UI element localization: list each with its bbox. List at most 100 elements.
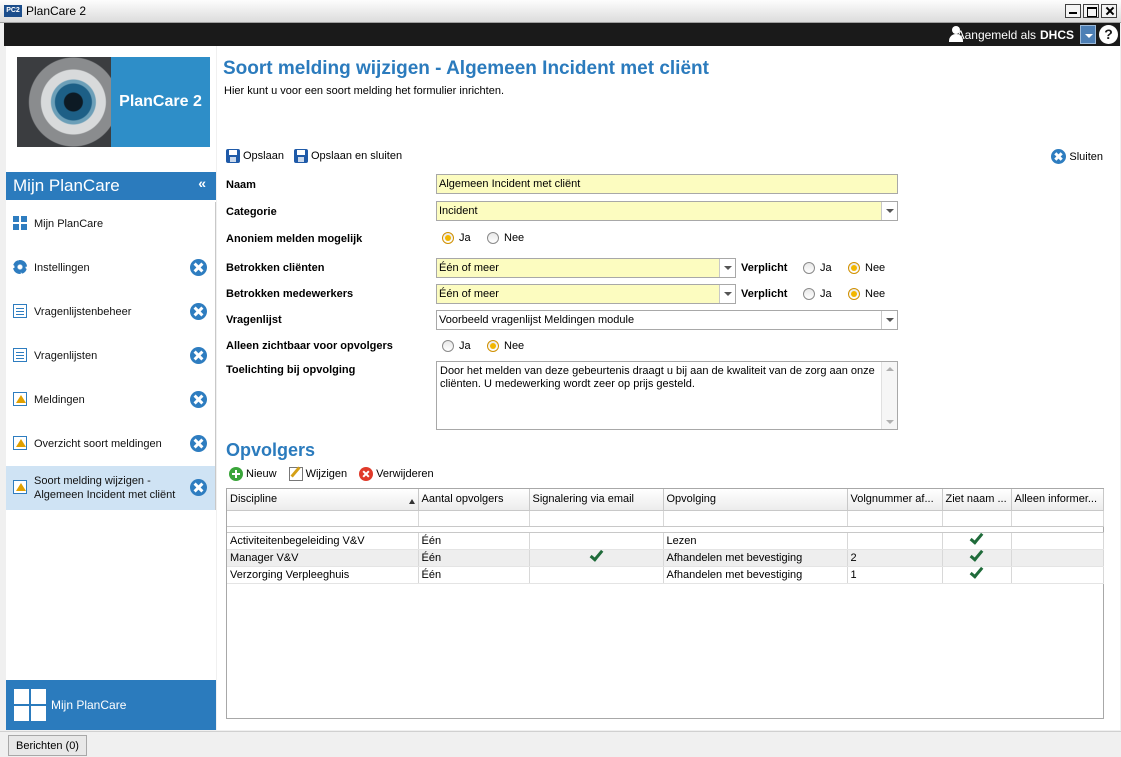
new-button[interactable]: Nieuw [229, 467, 277, 481]
naam-field[interactable]: Algemeen Incident met cliënt [436, 174, 898, 194]
nav-item-label: Meldingen [34, 394, 85, 406]
user-menu-dropdown[interactable] [1080, 25, 1096, 44]
save-button[interactable]: Opslaan [226, 149, 284, 163]
close-window-button[interactable] [1101, 4, 1117, 18]
radio-label: Nee [504, 340, 525, 352]
warning-icon [13, 436, 27, 450]
medewerkers-label: Betrokken medewerkers [226, 288, 354, 300]
filter-cell[interactable] [529, 510, 664, 527]
document-icon [13, 348, 27, 362]
vragenlijst-select[interactable]: Voorbeeld vragenlijst Meldingen module [436, 310, 898, 330]
column-header-volgnummer[interactable]: Volgnummer af... [847, 489, 943, 511]
filter-cell[interactable] [663, 510, 848, 527]
radio-label: Ja [820, 288, 832, 300]
maximize-button[interactable] [1083, 4, 1099, 18]
nav-item-vragenlijstenbeheer[interactable]: Vragenlijstenbeheer [6, 290, 215, 334]
scrollbar[interactable] [881, 362, 897, 429]
table-row[interactable]: Manager V&V Één Afhandelen met bevestigi… [227, 549, 1104, 567]
filter-cell[interactable] [847, 510, 943, 527]
nav-item-vragenlijsten[interactable]: Vragenlijsten [6, 334, 215, 378]
opvolgers-grid: Discipline Aantal opvolgers Signalering … [226, 488, 1104, 719]
anoniem-nee-radio[interactable]: Nee [487, 232, 524, 244]
column-header-ziet-naam[interactable]: Ziet naam ... [942, 489, 1012, 511]
close-button[interactable]: Sluiten [1051, 149, 1103, 164]
nav-footer-button[interactable]: Mijn PlanCare [6, 680, 216, 730]
chevron-down-icon[interactable] [881, 202, 897, 220]
close-label: Sluiten [1069, 150, 1103, 163]
save-close-button[interactable]: Opslaan en sluiten [293, 149, 403, 163]
nav-item-mijn-plancare[interactable]: Mijn PlanCare [6, 202, 215, 246]
save-close-label: Opslaan en sluiten [310, 150, 403, 162]
column-header-alleen[interactable]: Alleen informer... [1011, 489, 1104, 511]
clienten-verplicht-nee-radio[interactable]: Nee [848, 262, 885, 274]
close-tab-icon[interactable] [190, 435, 207, 452]
window-controls [1065, 4, 1117, 18]
radio-label: Ja [459, 340, 471, 352]
column-header-opvolging[interactable]: Opvolging [663, 489, 848, 511]
edit-button[interactable]: Wijzigen [288, 467, 348, 481]
nav-item-instellingen[interactable]: Instellingen [6, 246, 215, 290]
chevron-down-icon[interactable] [881, 311, 897, 329]
medewerkers-verplicht-label: Verplicht [741, 288, 788, 300]
zichtbaar-nee-radio[interactable]: Nee [487, 340, 524, 352]
categorie-label: Categorie [226, 206, 277, 218]
left-panel: PlanCare 2 Mijn PlanCare « Mijn PlanCare… [6, 46, 216, 730]
chevron-down-icon[interactable] [719, 285, 735, 303]
column-header-discipline[interactable]: Discipline [227, 489, 419, 511]
status-bar: Berichten (0) [0, 731, 1121, 757]
nav-item-overzicht-soort-meldingen[interactable]: Overzicht soort meldingen [6, 422, 215, 466]
clienten-verplicht-ja-radio[interactable]: Ja [803, 262, 832, 274]
delete-button[interactable]: Verwijderen [359, 467, 434, 481]
medewerkers-value: Één of meer [439, 288, 499, 300]
nav-item-label-line1: Soort melding wijzigen - [34, 475, 151, 487]
close-tab-icon[interactable] [190, 391, 207, 408]
radio-label: Ja [820, 262, 832, 274]
medewerkers-verplicht-ja-radio[interactable]: Ja [803, 288, 832, 300]
clienten-select[interactable]: Één of meer [436, 258, 736, 278]
nav-item-label: Vragenlijsten [34, 350, 98, 362]
categorie-select[interactable]: Incident [436, 201, 898, 221]
column-header-aantal[interactable]: Aantal opvolgers [418, 489, 530, 511]
filter-cell[interactable] [1011, 510, 1104, 527]
gear-icon [13, 260, 27, 274]
table-row[interactable]: Verzorging Verpleeghuis Één Afhandelen m… [227, 566, 1104, 584]
edit-label: Wijzigen [305, 468, 348, 480]
nav-item-label: Overzicht soort meldingen [34, 438, 162, 450]
toelichting-textarea[interactable]: Door het melden van deze gebeurtenis dra… [436, 361, 898, 430]
nav-item-label-line2: Algemeen Incident met cliënt [34, 489, 176, 501]
column-header-email[interactable]: Signalering via email [529, 489, 664, 511]
sort-ascending-icon [408, 499, 415, 505]
medewerkers-verplicht-nee-radio[interactable]: Nee [848, 288, 885, 300]
nav-item-soort-melding-wijzigen[interactable]: Soort melding wijzigen - Algemeen Incide… [6, 466, 215, 510]
cell-ziet-naam [942, 532, 1012, 550]
table-row[interactable]: Activiteitenbegeleiding V&V Één Lezen [227, 532, 1104, 550]
delete-icon [359, 467, 374, 481]
anoniem-label: Anoniem melden mogelijk [226, 233, 363, 245]
cell-volgnummer [847, 532, 943, 550]
filter-cell[interactable] [418, 510, 530, 527]
toelichting-value: Door het melden van deze gebeurtenis dra… [440, 365, 875, 390]
collapse-icon[interactable]: « [198, 175, 206, 191]
filter-cell[interactable] [227, 510, 419, 527]
close-tab-icon[interactable] [190, 347, 207, 364]
anoniem-ja-radio[interactable]: Ja [442, 232, 471, 244]
nav-header-title: Mijn PlanCare [13, 176, 120, 195]
checkmark-icon [969, 549, 984, 562]
berichten-tab[interactable]: Berichten (0) [8, 735, 87, 756]
close-tab-icon[interactable] [190, 303, 207, 320]
nav-item-meldingen[interactable]: Meldingen [6, 378, 215, 422]
checkmark-icon [969, 532, 984, 545]
close-tab-icon[interactable] [190, 479, 207, 496]
medewerkers-select[interactable]: Één of meer [436, 284, 736, 304]
window-titlebar: PC2 PlanCare 2 [0, 0, 1121, 23]
minimize-button[interactable] [1065, 4, 1081, 18]
logo-brand: PlanCare 2 [111, 57, 210, 147]
new-label: Nieuw [246, 468, 277, 480]
help-icon[interactable]: ? [1099, 25, 1118, 44]
zichtbaar-ja-radio[interactable]: Ja [442, 340, 471, 352]
filter-cell[interactable] [942, 510, 1012, 527]
radio-label: Nee [865, 262, 886, 274]
close-tab-icon[interactable] [190, 259, 207, 276]
chevron-down-icon[interactable] [719, 259, 735, 277]
plus-icon [229, 467, 243, 481]
